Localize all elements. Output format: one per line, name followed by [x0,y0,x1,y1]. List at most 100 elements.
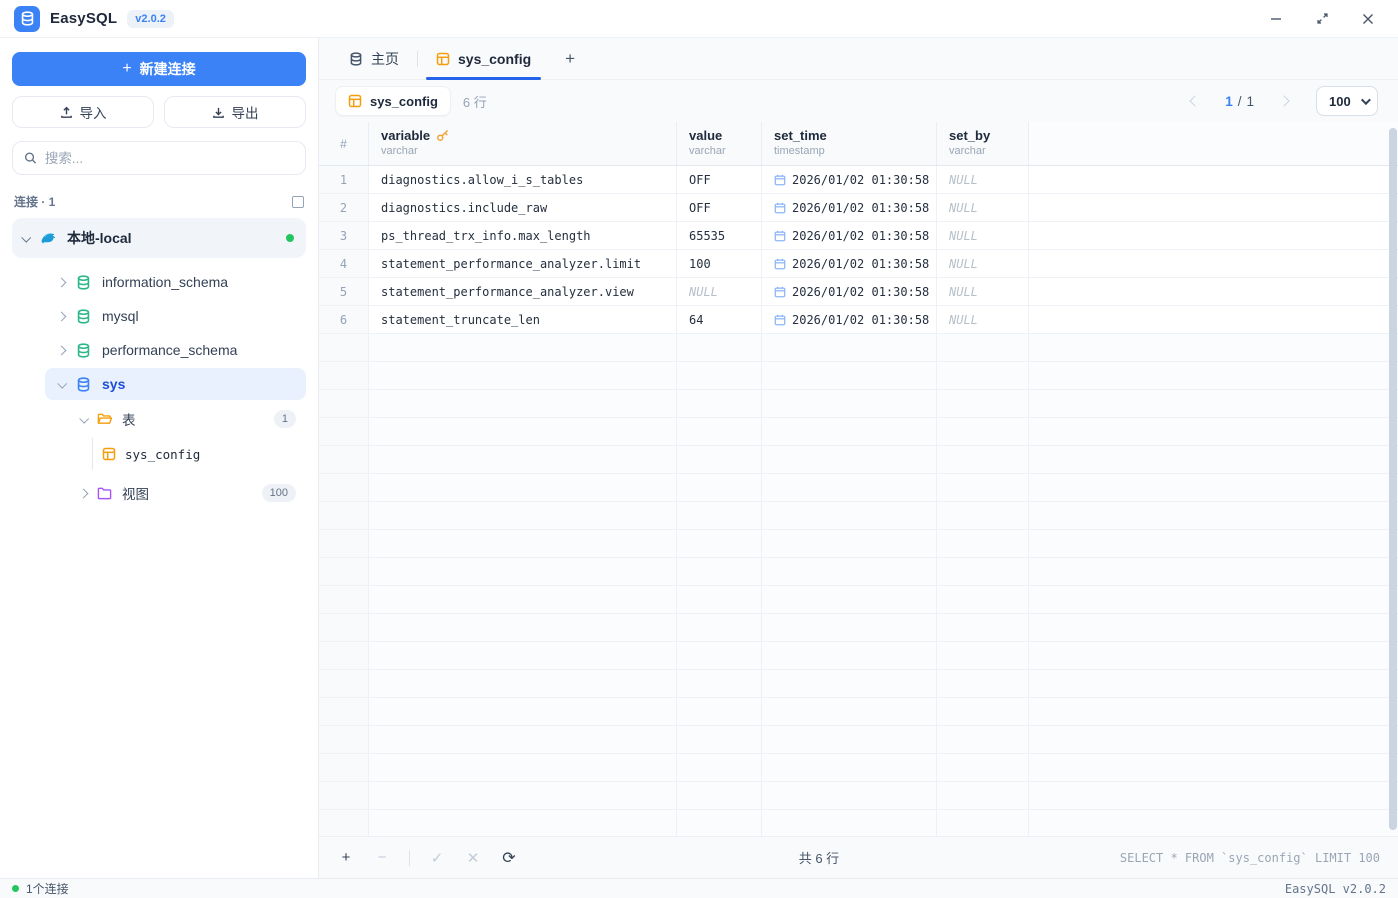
cell-set-by[interactable]: NULL [937,194,1029,222]
row-number[interactable]: 4 [319,250,369,278]
calendar-icon [774,258,786,270]
sidebar-item-sys[interactable]: sys [45,368,306,400]
chevron-down-icon [1361,95,1371,105]
new-connection-label: 新建连接 [140,59,196,79]
window-controls [1268,11,1384,27]
cell-variable[interactable]: statement_performance_analyzer.limit [369,250,677,278]
sidebar-item-sys-config-table[interactable]: sys_config [92,438,306,470]
cell-set-time[interactable]: 2026/01/02 01:30:58 [762,166,937,194]
discard-button[interactable]: ✕ [464,849,482,867]
empty-rows-area [319,334,1398,836]
plus-icon: + [565,49,575,69]
cell-set-by[interactable]: NULL [937,222,1029,250]
cell-value[interactable]: 100 [677,250,762,278]
refresh-button[interactable]: ⟳ [500,848,518,868]
search-input[interactable] [45,151,294,166]
search-box[interactable] [12,141,306,175]
column-header-set-by[interactable]: set_by varchar [937,122,1029,165]
cell-set-time[interactable]: 2026/01/02 01:30:58 [762,278,937,306]
total-pages: 1 [1246,94,1254,109]
cell-set-by[interactable]: NULL [937,166,1029,194]
database-label: sys [102,376,125,392]
cell-set-by[interactable]: NULL [937,278,1029,306]
database-icon [76,309,91,324]
search-icon [24,151,37,165]
row-number[interactable]: 1 [319,166,369,194]
export-button[interactable]: 导出 [164,96,306,128]
next-page-button[interactable] [1278,95,1289,106]
cell-variable[interactable]: ps_thread_trx_info.max_length [369,222,677,250]
new-connection-button[interactable]: + 新建连接 [12,52,306,86]
cell-value[interactable]: 65535 [677,222,762,250]
sidebar-item-mysql[interactable]: mysql [45,300,306,332]
maximize-button[interactable] [1314,11,1330,27]
sidebar-item-tables-group[interactable]: 表 1 [68,402,306,436]
table-header-row: # variable varchar value varchar [319,122,1398,166]
connection-item[interactable]: 本地-local [12,218,306,258]
total-rows-label: 共 6 行 [518,848,1120,867]
column-name: set_by [949,128,990,143]
database-icon [20,11,35,26]
vertical-scrollbar[interactable] [1389,128,1397,830]
cell-set-by[interactable]: NULL [937,250,1029,278]
delete-row-button[interactable]: − [373,849,391,866]
column-header-set-time[interactable]: set_time timestamp [762,122,937,165]
chevron-down-icon [79,413,89,423]
cell-value[interactable]: 64 [677,306,762,334]
table-chip[interactable]: sys_config [335,86,451,116]
column-header-value[interactable]: value varchar [677,122,762,165]
connection-status-dot [12,885,19,892]
chevron-right-icon [79,488,89,498]
cell-value[interactable]: OFF [677,166,762,194]
collapse-all-button[interactable] [292,196,304,208]
expand-icon [1316,12,1329,25]
minimize-button[interactable] [1268,11,1284,27]
page-size-select[interactable]: 100 [1316,86,1378,116]
cell-value[interactable]: NULL [677,278,762,306]
empty-row [319,418,1398,446]
sidebar-item-performance-schema[interactable]: performance_schema [45,334,306,366]
cell-variable[interactable]: diagnostics.allow_i_s_tables [369,166,677,194]
cell-filler [1029,194,1398,222]
row-number[interactable]: 6 [319,306,369,334]
tab-separator [417,51,418,67]
previous-page-button[interactable] [1190,95,1201,106]
cell-set-time[interactable]: 2026/01/02 01:30:58 [762,222,937,250]
column-type: varchar [949,145,1016,157]
chevron-right-icon [57,345,67,355]
sidebar-item-views-group[interactable]: 视图 100 [68,476,306,510]
cell-variable[interactable]: statement_truncate_len [369,306,677,334]
commit-button[interactable]: ✓ [428,849,446,867]
cell-set-time[interactable]: 2026/01/02 01:30:58 [762,250,937,278]
database-icon [76,377,91,392]
cell-filler [1029,166,1398,194]
table-body: 1diagnostics.allow_i_s_tablesOFF2026/01/… [319,166,1398,334]
app-title: EasySQL [50,10,117,27]
export-label: 导出 [232,102,259,122]
column-type: timestamp [774,145,924,157]
row-number[interactable]: 3 [319,222,369,250]
tab-sys-config[interactable]: sys_config [422,38,545,80]
cell-value[interactable]: OFF [677,194,762,222]
import-button[interactable]: 导入 [12,96,154,128]
row-number[interactable]: 5 [319,278,369,306]
cell-variable[interactable]: diagnostics.include_raw [369,194,677,222]
chevron-right-icon [57,311,67,321]
calendar-icon [774,202,786,214]
calendar-icon [774,314,786,326]
sidebar-item-information-schema[interactable]: information_schema [45,266,306,298]
status-version-label: EasySQL v2.0.2 [1285,882,1386,896]
add-row-button[interactable]: + [337,849,355,866]
add-tab-button[interactable]: + [555,44,585,74]
cell-set-time[interactable]: 2026/01/02 01:30:58 [762,306,937,334]
tab-home[interactable]: 主页 [335,38,413,80]
folder-open-icon [97,412,112,426]
cell-set-by[interactable]: NULL [937,306,1029,334]
empty-row [319,754,1398,782]
close-button[interactable] [1360,11,1376,27]
column-header-variable[interactable]: variable varchar [369,122,677,165]
empty-row [319,390,1398,418]
row-number[interactable]: 2 [319,194,369,222]
cell-variable[interactable]: statement_performance_analyzer.view [369,278,677,306]
cell-set-time[interactable]: 2026/01/02 01:30:58 [762,194,937,222]
